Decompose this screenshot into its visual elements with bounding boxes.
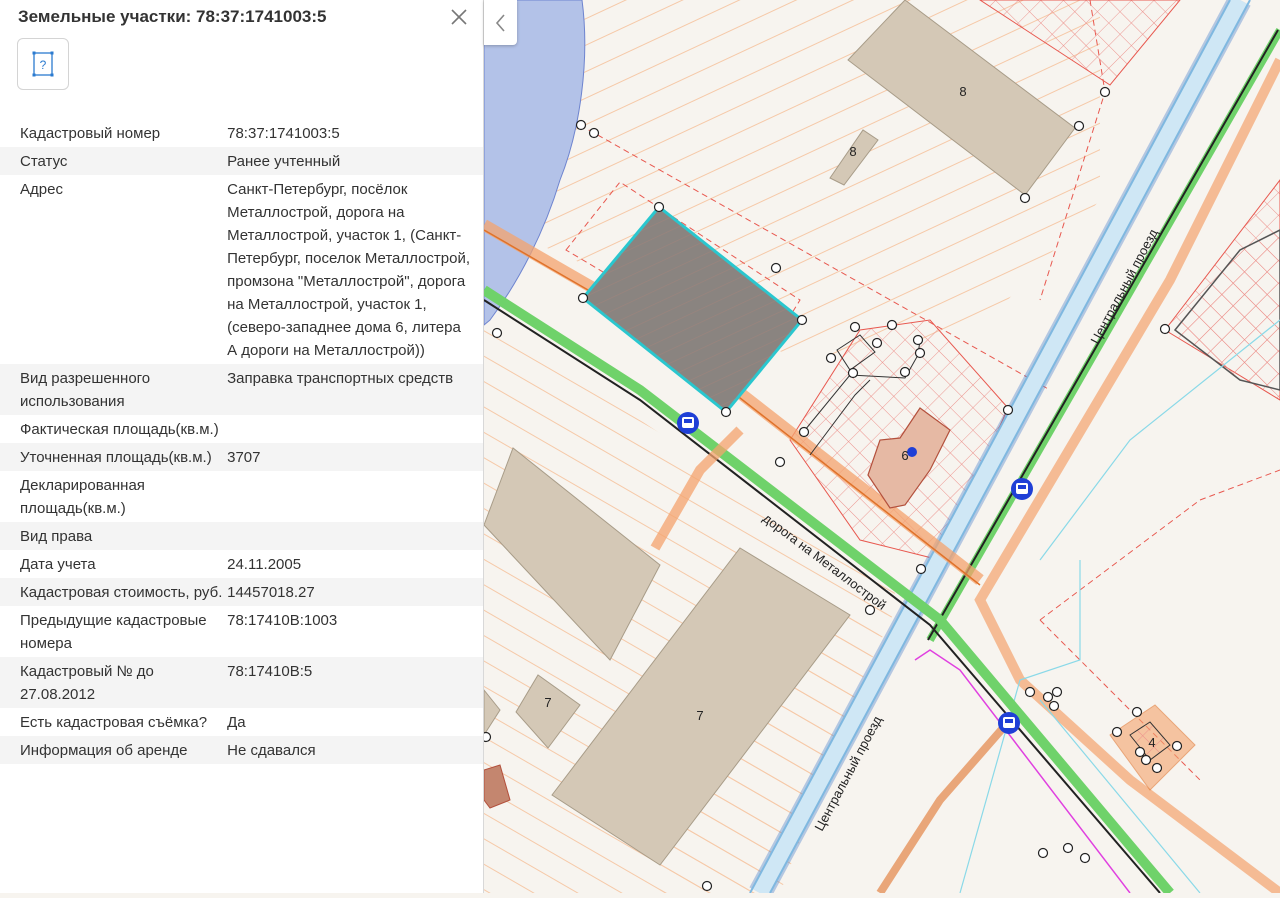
table-row: Декларированная площадь(кв.м.) [0, 471, 483, 522]
attr-key: Вид права [20, 528, 93, 545]
attr-key: Кадастровый номер [20, 125, 161, 142]
close-icon [451, 9, 467, 25]
attr-value [227, 415, 483, 443]
table-row: Кадастровый номер 78:37:1741003:5 [0, 119, 483, 147]
collapse-panel-button[interactable] [484, 0, 517, 45]
attr-value: 3707 [227, 449, 261, 466]
attr-key: Вид разрешенного использования [20, 370, 151, 410]
attr-key: Кадастровый № до 27.08.2012 [20, 663, 154, 703]
parcel-info-panel: Земельные участки: 78:37:1741003:5 ? Кад… [0, 0, 484, 893]
parcel-help-icon: ? [32, 51, 54, 77]
table-row: Статус Ранее учтенный [0, 147, 483, 175]
table-row: Есть кадастровая съёмка? Да [0, 708, 483, 736]
svg-text:?: ? [40, 58, 47, 72]
building-label: 6 [901, 448, 908, 463]
table-row: Информация об аренде Не сдавался [0, 736, 483, 764]
bus-stop-icon[interactable] [1011, 478, 1033, 500]
close-button[interactable] [447, 5, 471, 29]
attr-value: 14457018.27 [227, 584, 315, 601]
attr-key: Информация об аренде [20, 742, 188, 759]
attr-key: Адрес [20, 181, 63, 198]
building-label: 7 [696, 708, 703, 723]
parcel-help-button[interactable]: ? [17, 38, 69, 90]
building-label: 7 [544, 695, 551, 710]
attr-value: Не сдавался [227, 742, 316, 759]
table-row: Уточненная площадь(кв.м.) 3707 [0, 443, 483, 471]
attr-key: Статус [20, 153, 68, 170]
panel-title: Земельные участки: 78:37:1741003:5 [18, 7, 327, 26]
attr-value: 78:17410В:5 [227, 663, 313, 680]
attr-key: Фактическая площадь(кв.м.) [20, 421, 219, 438]
table-row: Кадастровый № до 27.08.2012 78:17410В:5 [0, 657, 483, 708]
attr-key: Уточненная площадь(кв.м.) [20, 449, 212, 466]
attr-value: 78:37:1741003:5 [227, 125, 340, 142]
building-label: 4 [1148, 735, 1155, 750]
table-row: Вид права [0, 522, 483, 550]
building-label: 8 [849, 144, 856, 159]
map-canvas[interactable]: 8 8 6 7 7 4 Центральный проезд дорога на… [480, 0, 1280, 898]
parcel-attributes-table: Кадастровый номер 78:37:1741003:5 Статус Р… [0, 119, 483, 764]
attr-value: Санкт-Петербург, посёлок Металлострой, д… [227, 181, 471, 359]
attr-value: Ранее учтенный [227, 153, 341, 170]
table-row: Предыдущие кадастровые номера 78:17410В:1… [0, 606, 483, 657]
bus-stop-icon[interactable] [998, 712, 1020, 734]
table-row: Вид разрешенного использования Заправка т… [0, 364, 483, 415]
attr-value [227, 522, 483, 550]
table-row: Кадастровая стоимость, руб. 14457018.27 [0, 578, 483, 606]
bus-stop-icon[interactable] [677, 412, 699, 434]
attr-key: Декларированная площадь(кв.м.) [20, 477, 145, 517]
attr-key: Есть кадастровая съёмка? [20, 714, 208, 731]
attr-value: 24.11.2005 [227, 556, 302, 573]
attr-key: Дата учета [20, 556, 96, 573]
table-row: Дата учета 24.11.2005 [0, 550, 483, 578]
attr-key: Предыдущие кадастровые номера [20, 612, 207, 652]
attr-key: Кадастровая стоимость, руб. [20, 584, 223, 601]
table-row: Фактическая площадь(кв.м.) [0, 415, 483, 443]
table-row: Адрес Санкт-Петербург, посёлок Металлостр… [0, 175, 483, 364]
attr-value [227, 471, 483, 522]
attr-value: Заправка транспортных средств [227, 370, 454, 387]
chevron-left-icon [495, 13, 505, 32]
building-label: 8 [959, 84, 966, 99]
attr-value: 78:17410В:1003 [227, 612, 338, 629]
attr-value: Да [227, 714, 246, 731]
